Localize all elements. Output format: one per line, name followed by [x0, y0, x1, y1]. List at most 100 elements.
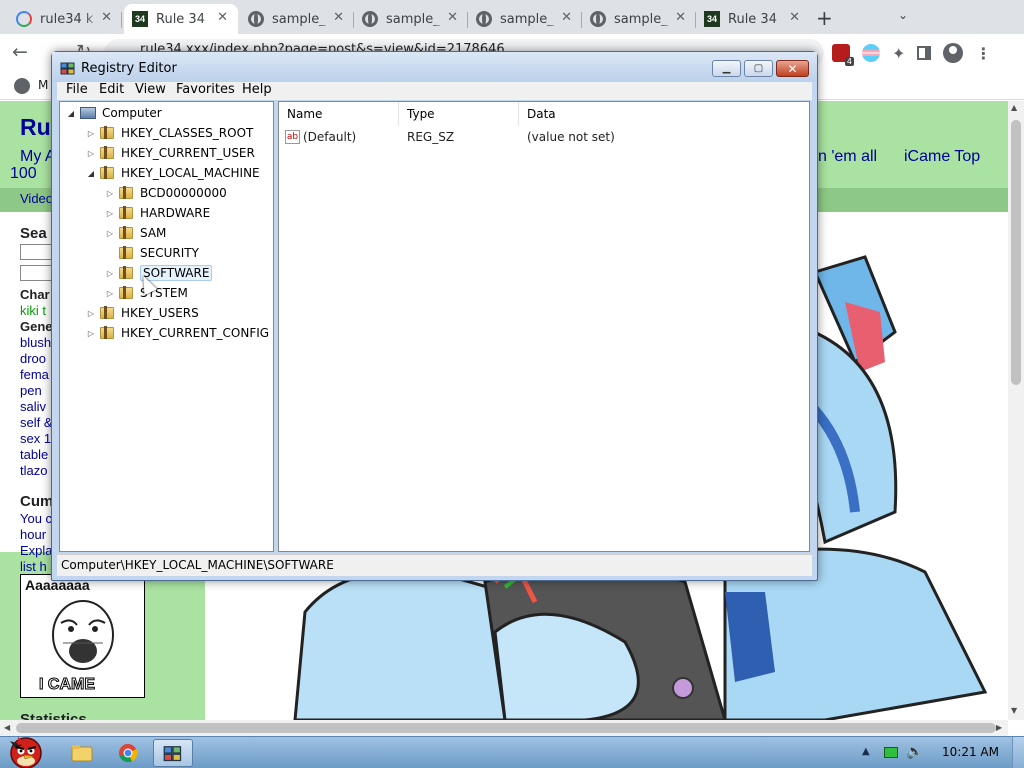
chevron-down-icon[interactable]: ⌄ — [898, 8, 908, 22]
expand-icon[interactable]: ▷ — [86, 149, 96, 158]
scroll-up-icon[interactable]: ▲ — [1011, 103, 1017, 112]
expand-icon[interactable]: ▷ — [105, 269, 115, 278]
collapse-icon[interactable]: ◢ — [86, 169, 96, 178]
volume-icon[interactable]: 🔈 — [906, 744, 923, 760]
clock[interactable]: 10:21 AM — [942, 745, 999, 759]
close-tab-icon[interactable]: ✕ — [217, 10, 228, 25]
values-list[interactable]: Name Type Data ab (Default) REG_SZ (valu… — [278, 101, 810, 552]
tab-sample-4[interactable]: sample_ ✕ — [582, 4, 696, 34]
tree-node-hklm[interactable]: ◢ HKEY_LOCAL_MACHINE — [86, 163, 260, 183]
status-path: Computer\HKEY_LOCAL_MACHINE\SOFTWARE — [61, 558, 334, 572]
column-header-type[interactable]: Type — [399, 102, 519, 126]
folder-icon — [119, 266, 133, 279]
new-tab-icon[interactable]: + — [816, 6, 833, 30]
icame-button[interactable]: Aaaaaaaa I CAME — [20, 574, 145, 698]
general-tag[interactable]: sex 1 — [20, 431, 51, 446]
menu-edit[interactable]: Edit — [99, 82, 124, 97]
bookmark-item[interactable]: M — [38, 78, 48, 92]
registry-tree[interactable]: ◢ Computer ▷ HKEY_CLASSES_ROOT ▷ HKEY_CU… — [59, 101, 274, 552]
tree-node-hku[interactable]: ▷ HKEY_USERS — [86, 303, 199, 323]
tab-title: sample_ — [386, 11, 440, 27]
extension-badge: 4 — [844, 57, 854, 66]
window-titlebar[interactable]: Registry Editor ▁ ▢ ✕ — [52, 52, 817, 82]
general-tag[interactable]: self & — [20, 415, 53, 430]
column-header-data[interactable]: Data — [519, 102, 809, 126]
table-row[interactable]: ab (Default) REG_SZ (value not set) — [279, 128, 809, 148]
battery-icon[interactable] — [884, 747, 898, 758]
tree-node-software[interactable]: ▷ SOFTWARE — [105, 263, 213, 283]
tree-node-hkcu[interactable]: ▷ HKEY_CURRENT_USER — [86, 143, 255, 163]
menu-favorites[interactable]: Favorites — [176, 82, 235, 97]
tab-sample-3[interactable]: sample_ ✕ — [468, 4, 582, 34]
close-tab-icon[interactable]: ✕ — [101, 10, 112, 25]
tab-rule34-search[interactable]: rule34 k ✕ — [8, 4, 122, 34]
menu-help[interactable]: Help — [242, 82, 272, 97]
general-tag[interactable]: tlazo — [20, 463, 47, 478]
tab-rule34-active[interactable]: 34 Rule 34 ✕ — [124, 4, 238, 34]
general-tag[interactable]: saliv — [20, 399, 46, 414]
horizontal-scroll-thumb[interactable] — [16, 723, 996, 733]
tab-sample-2[interactable]: sample_ ✕ — [354, 4, 468, 34]
back-arrow-icon[interactable]: ← — [12, 41, 28, 63]
scroll-right-icon[interactable]: ▶ — [996, 723, 1002, 732]
tray-expand-icon[interactable]: ▲ — [862, 746, 870, 757]
ublock-icon[interactable]: 4 — [832, 44, 854, 66]
character-tag[interactable]: kiki t — [20, 303, 46, 318]
tab-title: sample_ — [272, 11, 326, 27]
puzzle-icon[interactable]: ✦ — [892, 44, 905, 63]
tab-title: rule34 k — [40, 11, 94, 27]
expand-icon[interactable]: ▷ — [105, 229, 115, 238]
expand-icon[interactable]: ▷ — [86, 329, 96, 338]
scroll-down-icon[interactable]: ▼ — [1011, 706, 1017, 715]
tree-node-hardware[interactable]: ▷ HARDWARE — [105, 203, 210, 223]
cum-link[interactable]: list h — [20, 559, 47, 574]
tree-node-hkcr[interactable]: ▷ HKEY_CLASSES_ROOT — [86, 123, 253, 143]
more-vert-icon[interactable]: ⋮ — [975, 44, 991, 63]
general-tag[interactable]: pen — [20, 383, 42, 398]
tree-node-computer[interactable]: ◢ Computer — [66, 103, 162, 123]
taskbar-regedit[interactable] — [153, 739, 193, 767]
google-g-icon — [16, 11, 32, 27]
menu-bar: File Edit View Favorites Help — [57, 82, 812, 100]
expand-icon[interactable]: ▷ — [86, 129, 96, 138]
maximize-button[interactable]: ▢ — [744, 60, 773, 77]
tree-node-label: HKEY_CLASSES_ROOT — [121, 126, 254, 140]
minimize-button[interactable]: ▁ — [712, 60, 741, 77]
taskbar-explorer[interactable] — [62, 739, 102, 767]
close-tab-icon[interactable]: ✕ — [675, 10, 686, 25]
profile-icon[interactable] — [943, 43, 964, 63]
tree-node-hkcc[interactable]: ▷ HKEY_CURRENT_CONFIG — [86, 323, 269, 343]
tab-sample-1[interactable]: sample_ ✕ — [240, 4, 354, 34]
close-tab-icon[interactable]: ✕ — [789, 10, 800, 25]
expand-icon[interactable]: ▷ — [86, 309, 96, 318]
show-desktop-button[interactable] — [1012, 737, 1024, 768]
tab-rule34-2[interactable]: 34 Rule 34 ✕ — [696, 4, 810, 34]
column-header-name[interactable]: Name — [279, 102, 399, 126]
general-tag[interactable]: fema — [20, 367, 49, 382]
vertical-scroll-thumb[interactable] — [1011, 120, 1021, 385]
pride-extension-icon[interactable] — [862, 44, 880, 62]
menu-view[interactable]: View — [135, 82, 166, 97]
general-tag[interactable]: droo — [20, 351, 46, 366]
close-tab-icon[interactable]: ✕ — [447, 10, 458, 25]
general-tag[interactable]: table — [20, 447, 48, 462]
menu-file[interactable]: File — [66, 82, 88, 97]
close-tab-icon[interactable]: ✕ — [333, 10, 344, 25]
taskbar-chrome[interactable] — [108, 739, 148, 767]
tree-node-security[interactable]: SECURITY — [105, 243, 199, 263]
tree-node-sam[interactable]: ▷ SAM — [105, 223, 166, 243]
start-button[interactable] — [4, 731, 48, 768]
close-tab-icon[interactable]: ✕ — [561, 10, 572, 25]
side-panel-icon[interactable] — [917, 46, 932, 60]
nav-top-100[interactable]: 100 — [10, 165, 37, 183]
nav-catch-em-all[interactable]: n 'em all — [818, 148, 877, 166]
expand-icon[interactable]: ▷ — [105, 209, 115, 218]
general-tag[interactable]: blush — [20, 335, 51, 350]
tree-node-bcd[interactable]: ▷ BCD00000000 — [105, 183, 227, 203]
expand-icon[interactable]: ▷ — [105, 189, 115, 198]
collapse-icon[interactable]: ◢ — [66, 109, 76, 118]
close-button[interactable]: ✕ — [776, 60, 809, 77]
nav-icame-top[interactable]: iCame Top — [904, 148, 980, 166]
subnav-video[interactable]: Video — [20, 191, 53, 206]
expand-icon[interactable]: ▷ — [105, 289, 115, 298]
